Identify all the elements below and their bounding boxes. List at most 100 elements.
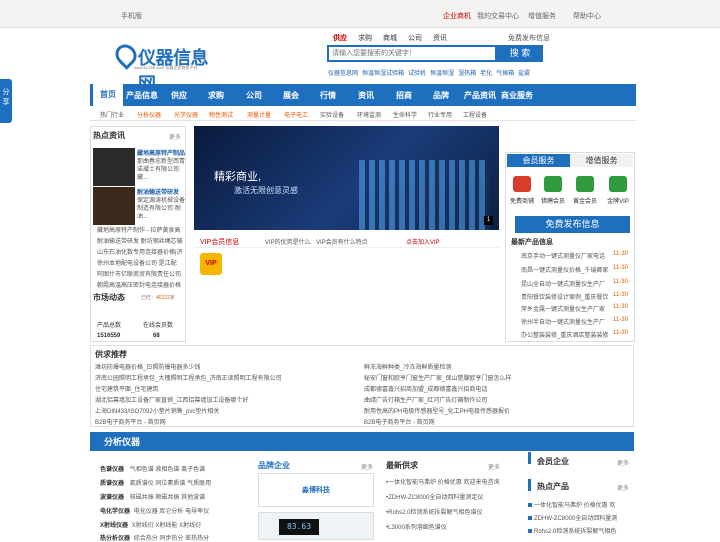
hot-keyword[interactable]: 恒温恒湿试验箱: [362, 71, 404, 77]
nav-company[interactable]: 公司: [246, 90, 262, 101]
value-added-link[interactable]: 增值服务: [528, 11, 556, 21]
cat-item[interactable]: 气相色谱: [130, 467, 154, 473]
hot-keyword[interactable]: 恒温恒湿: [430, 71, 454, 77]
hot-product-item[interactable]: 一体化智能马弗炉 价格优惠 欢: [528, 500, 615, 509]
nav-news[interactable]: 资讯: [358, 90, 374, 101]
ad-title-2[interactable]: 耐油输送带研发: [137, 187, 179, 196]
subnav-item[interactable]: 测量计量: [247, 110, 271, 119]
tab-member-service[interactable]: 会员服务: [507, 154, 570, 167]
search-tab-supply[interactable]: 供应: [333, 35, 347, 42]
hot-keyword[interactable]: 盐雾: [518, 71, 530, 77]
supply-item[interactable]: •ZDHW-ZC8000全自动回料量测定仪: [386, 492, 483, 501]
hot-product-item[interactable]: ZDHW-ZC8000全自动回料量测: [528, 513, 617, 522]
search-input[interactable]: [329, 47, 489, 60]
cat-item[interactable]: 同步热分: [159, 536, 183, 542]
demand-item[interactable]: 济南公园照明工程承包_大槐照明工程承包_济南正读照明工程有限公司: [95, 373, 282, 382]
list-item[interactable]: 办公整装装修_重庆酒店整装装修 11-30: [521, 330, 628, 339]
cat-item[interactable]: 库仑分析: [159, 509, 183, 515]
trade-center-link[interactable]: 我的交易中心: [477, 11, 519, 21]
cat-item[interactable]: 氦质谱仪: [130, 481, 154, 487]
brand-more[interactable]: 更多: [361, 462, 373, 471]
news-item[interactable]: 阿图什市亿联商贸有限责任公司: [97, 269, 181, 278]
list-item[interactable]: 萍乡金属一键式测量仪生产厂家 11-30: [521, 304, 628, 313]
cat-item[interactable]: 核磁共振: [130, 495, 154, 501]
cat-item[interactable]: 同位素质谱: [155, 481, 185, 487]
vip-join-link[interactable]: 点击加入VIP: [406, 237, 440, 246]
free-publish-button[interactable]: 免费发布信息: [515, 216, 630, 233]
cat-head[interactable]: 电化学仪器: [100, 509, 130, 515]
subnav-item[interactable]: 电子电工: [284, 110, 308, 119]
demand-item[interactable]: 潍坊防爆电器价格_日照防爆电器多少钱: [95, 362, 200, 371]
cat-head[interactable]: 波谱仪器: [100, 495, 124, 501]
subnav-item[interactable]: 分析仪器: [137, 110, 161, 119]
vip-link-1[interactable]: VIP的优势是什么: [265, 237, 311, 246]
demand-item[interactable]: B2B电子商务平台 - 首页网: [364, 417, 435, 426]
supply-item[interactable]: •一体化智能马弗炉 价格优惠 欢迎来电咨询: [386, 477, 499, 486]
gold-member-icon[interactable]: [576, 176, 594, 192]
mobile-link[interactable]: 手机版: [121, 11, 142, 21]
hot-news-more[interactable]: 更多: [169, 132, 181, 141]
subnav-item[interactable]: 环境监测: [357, 110, 381, 119]
cat-item[interactable]: 差热热分: [185, 536, 209, 542]
cat-head[interactable]: 色谱仪器: [100, 467, 124, 473]
cat-head[interactable]: 热分析仪器: [100, 536, 130, 542]
demand-item[interactable]: 上海DIN433/ISO7092小垫片销售_pvc垫片相关: [95, 406, 219, 415]
gold-vip-icon[interactable]: [609, 176, 627, 192]
search-tab-mall[interactable]: 商城: [383, 35, 397, 42]
hot-keyword[interactable]: 湿热箱: [458, 71, 476, 77]
hot-keyword[interactable]: 气候箱: [496, 71, 514, 77]
hot-product-item[interactable]: Rohs2.0检测系统拆裂解气相色: [528, 526, 616, 535]
cat-item[interactable]: 气质联用: [187, 481, 211, 487]
vip-badge-icon[interactable]: VIP: [200, 253, 222, 275]
list-item[interactable]: 昆山全自动一键式测量仪生产厂 11-30: [521, 279, 628, 288]
brand-product-image[interactable]: 83.63: [258, 512, 374, 540]
cat-item[interactable]: X射线能: [155, 523, 177, 529]
shop-icon[interactable]: [513, 176, 531, 192]
cat-item[interactable]: 液相色谱: [155, 467, 179, 473]
hot-keyword[interactable]: 试验机: [408, 71, 426, 77]
ad-image-2[interactable]: [93, 187, 135, 225]
site-logo[interactable]: 仪器信息网 www.51Y5K.com 仪器企业商机平台: [111, 40, 216, 94]
nav-home[interactable]: 首页: [93, 84, 123, 106]
talent-member-icon[interactable]: [544, 176, 562, 192]
cat-item[interactable]: 顺磁共振: [155, 495, 179, 501]
supply-item[interactable]: •Rohs2.0检测系统拆裂解气相色谱仪: [386, 507, 482, 516]
list-item[interactable]: 南昌一键式测量仪价格_千瑞卿家 11-30: [521, 265, 628, 274]
nav-business[interactable]: 商业服务: [501, 90, 533, 101]
search-tab-company[interactable]: 公司: [408, 35, 422, 42]
demand-item[interactable]: 鲜冻海鲜种类_冷冻海鲜质量检测: [364, 362, 451, 371]
demand-item[interactable]: B2B电子商务平台 - 首页网: [95, 417, 166, 426]
hot-products-more[interactable]: 更多: [617, 483, 629, 492]
cat-head[interactable]: X射线仪器: [100, 523, 128, 529]
vip-link-2[interactable]: VIP会员有什么特点: [316, 237, 368, 246]
subnav-item[interactable]: 实验设备: [320, 110, 344, 119]
ad-image-1[interactable]: [93, 148, 135, 186]
supply-more[interactable]: 更多: [488, 462, 500, 471]
list-item[interactable]: 贵阳餐饮装修设计案例_重庆餐饮 11-30: [521, 292, 628, 301]
demand-item[interactable]: 秘安门窗和欧亨门窗生产厂家_保山楚腺欧亨门窗怎么样: [364, 373, 511, 382]
nav-brand[interactable]: 品牌: [433, 90, 449, 101]
nav-market[interactable]: 行情: [320, 90, 336, 101]
enterprise-link[interactable]: 企业商机: [443, 11, 471, 21]
analyze-title[interactable]: 分析仪器: [104, 435, 140, 448]
member-more[interactable]: 更多: [617, 458, 629, 467]
cat-item[interactable]: 电导率仪: [185, 509, 209, 515]
cat-item[interactable]: 综合热分: [134, 536, 158, 542]
help-center-link[interactable]: 帮助中心: [573, 11, 601, 21]
demand-item[interactable]: 耐用性高的PH电极传感器型号_化工PH电极传感器报价: [364, 406, 510, 415]
brand-logo[interactable]: 淼博科技: [258, 473, 374, 507]
ad-title-1[interactable]: 藏地高原特产制品: [137, 148, 185, 157]
nav-supply[interactable]: 供应: [171, 90, 187, 101]
search-tab-news[interactable]: 资讯: [433, 35, 447, 42]
hot-keyword[interactable]: 仪器信息网: [328, 71, 358, 77]
subnav-item[interactable]: 行业专用: [428, 110, 452, 119]
search-button[interactable]: 搜 索: [497, 45, 543, 62]
news-item[interactable]: 山东石油化数专用连接器价格|济: [97, 247, 183, 256]
subnav-item[interactable]: 物性测试: [209, 110, 233, 119]
cat-item[interactable]: X射线衍: [132, 523, 154, 529]
demand-item[interactable]: 成都德富鑫兴招商加盟_成都德富鑫兴招商电话: [364, 384, 487, 393]
free-publish-link[interactable]: 免费发布信息: [508, 33, 550, 43]
subnav-item[interactable]: 光学仪器: [174, 110, 198, 119]
promo-banner[interactable]: 精彩商业, 激活无限创意灵感 1: [194, 126, 499, 230]
news-item[interactable]: 藏地高原特产制作 - 拉萨黄食高: [97, 225, 180, 234]
